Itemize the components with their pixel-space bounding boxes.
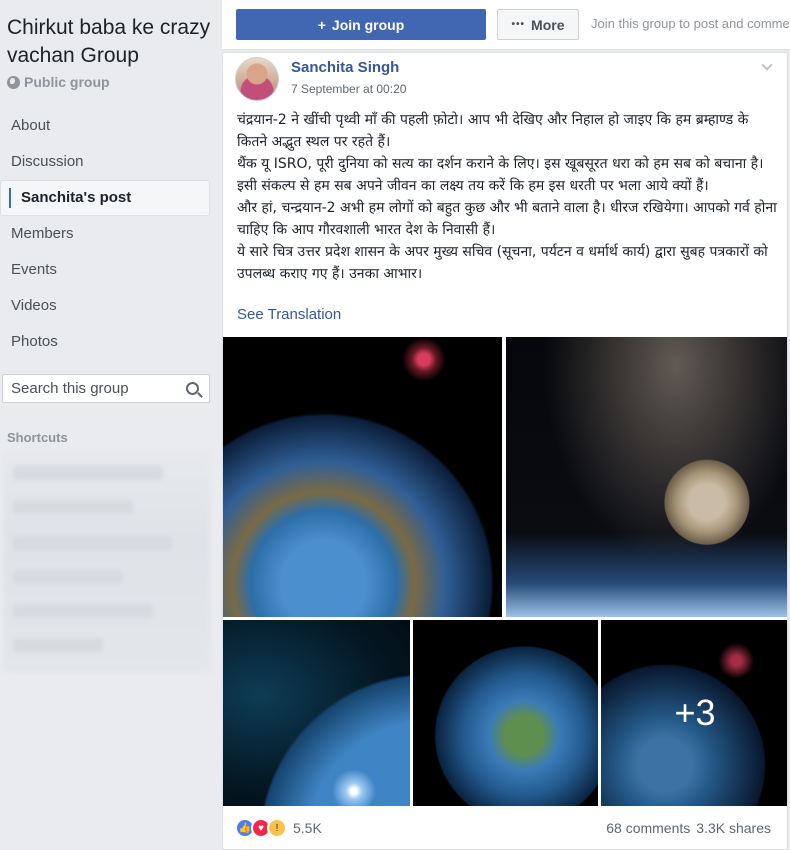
- blurred-row: [13, 500, 133, 514]
- comments-count[interactable]: 68 comments: [606, 820, 690, 836]
- blurred-row: [13, 570, 123, 584]
- sidebar-item-about[interactable]: About: [0, 108, 210, 144]
- post-card: Sanchita Singh 7 September at 00:20 चंद्…: [222, 52, 788, 850]
- group-title[interactable]: Chirkut baba ke crazy vachan Group: [7, 14, 212, 70]
- blurred-row: [13, 536, 173, 550]
- more-dots-icon: •••: [511, 19, 526, 30]
- reaction-count[interactable]: 5.5K: [293, 820, 322, 836]
- more-photos-count: +3: [601, 620, 787, 806]
- reactions-summary[interactable]: 👍 ♥ ! 5.5K: [235, 818, 322, 838]
- group-nav: About Discussion Sanchita's post Members…: [0, 108, 210, 360]
- sidebar-item-label: Members: [11, 225, 74, 242]
- group-action-bar: + Join group ••• More Join this group to…: [222, 0, 790, 50]
- shares-count[interactable]: 3.3K shares: [696, 820, 771, 836]
- post-photo-more[interactable]: +3: [601, 620, 787, 806]
- join-group-label: Join group: [331, 16, 405, 33]
- sidebar-item-members[interactable]: Members: [0, 216, 210, 252]
- sidebar-item-label: Videos: [11, 297, 57, 314]
- post-timestamp[interactable]: 7 September at 00:20: [291, 82, 406, 96]
- blurred-row: [13, 638, 103, 652]
- group-search: [2, 374, 210, 403]
- more-button[interactable]: ••• More: [497, 9, 579, 40]
- sidebar-item-post[interactable]: Sanchita's post: [0, 180, 210, 216]
- blurred-row: [13, 604, 153, 618]
- shortcuts-heading: Shortcuts: [7, 430, 68, 445]
- post-photo-moon[interactable]: [506, 337, 787, 617]
- post-photo-earth-horizon[interactable]: [223, 620, 410, 806]
- sidebar-item-discussion[interactable]: Discussion: [0, 144, 210, 180]
- plus-icon: +: [317, 16, 326, 33]
- sidebar-item-videos[interactable]: Videos: [0, 288, 210, 324]
- sidebar-item-photos[interactable]: Photos: [0, 324, 210, 360]
- blurred-row: [13, 466, 163, 480]
- more-label: More: [531, 16, 565, 33]
- join-group-button[interactable]: + Join group: [236, 9, 486, 40]
- post-paragraph: ये सारे चित्र उत्तर प्रदेश शासन के अपर म…: [237, 244, 768, 282]
- see-translation-link[interactable]: See Translation: [237, 306, 341, 323]
- active-indicator: [9, 188, 11, 208]
- post-paragraph: और हां, चन्द्रयान-2 अभी हम लोगों को बहुत…: [237, 200, 777, 238]
- avatar[interactable]: [235, 57, 279, 101]
- search-input[interactable]: [3, 375, 173, 402]
- search-icon[interactable]: [186, 382, 199, 395]
- post-photo-earth-globe[interactable]: [413, 620, 598, 806]
- post-author[interactable]: Sanchita Singh: [291, 59, 399, 76]
- group-privacy: Public group: [7, 74, 110, 90]
- wow-icon: !: [267, 818, 287, 838]
- privacy-label: Public group: [24, 74, 110, 90]
- sidebar-item-label: Events: [11, 261, 57, 278]
- post-paragraph: चंद्रयान-2 ने खींची पृथ्वी माँ की पहली फ…: [237, 112, 749, 150]
- chevron-down-icon[interactable]: [761, 59, 773, 71]
- post-stats: 68 comments 3.3K shares: [606, 820, 771, 836]
- join-hint-text: Join this group to post and comment.: [591, 16, 790, 31]
- sidebar-item-label: Discussion: [11, 153, 84, 170]
- shortcuts-list-blurred: [3, 452, 210, 672]
- post-photo-earth[interactable]: [223, 337, 502, 617]
- group-sidebar: Chirkut baba ke crazy vachan Group Publi…: [0, 0, 216, 850]
- sidebar-item-events[interactable]: Events: [0, 252, 210, 288]
- post-body: चंद्रयान-2 ने खींची पृथ्वी माँ की पहली फ…: [237, 109, 777, 285]
- sidebar-item-label: Photos: [11, 333, 58, 350]
- sidebar-item-label: About: [11, 117, 51, 134]
- sidebar-item-label: Sanchita's post: [21, 189, 132, 206]
- post-paragraph: थैंक यू ISRO, पूरी दुनिया को सत्य का दर्…: [237, 156, 764, 194]
- globe-icon: [7, 75, 20, 89]
